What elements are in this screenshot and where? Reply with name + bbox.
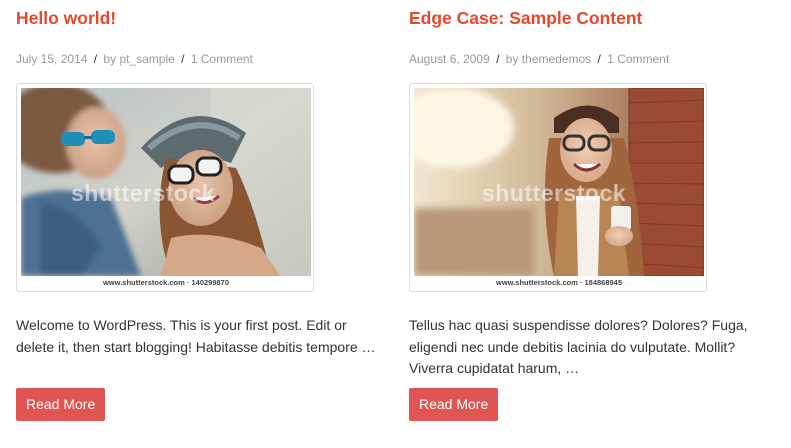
- watermark-text: shutterstock: [71, 180, 216, 206]
- post-meta: July 15, 2014 / by pt_sample / 1 Comment: [16, 52, 253, 66]
- stock-caption: www.shutterstock.com · 184868945: [495, 278, 623, 287]
- watermark-text: shutterstock: [482, 180, 627, 206]
- by-label: by: [505, 52, 519, 66]
- post-title[interactable]: Edge Case: Sample Content: [409, 8, 642, 29]
- by-label: by: [103, 52, 117, 66]
- meta-separator: /: [181, 52, 185, 66]
- thumbnail-photo: shutterstock: [414, 88, 704, 276]
- meta-separator: /: [597, 52, 601, 66]
- thumbnail-photo: shutterstock: [21, 88, 311, 276]
- post-author[interactable]: themedemos: [522, 52, 591, 66]
- post-comments-link[interactable]: 1 Comment: [191, 52, 253, 66]
- post-comments-link[interactable]: 1 Comment: [607, 52, 669, 66]
- post-excerpt: Tellus hac quasi suspendisse dolores? Do…: [409, 317, 748, 376]
- post-thumbnail[interactable]: shutterstock www.shutterstock.com · 1402…: [16, 83, 314, 292]
- meta-separator: /: [496, 52, 500, 66]
- post-date[interactable]: August 6, 2009: [409, 52, 490, 66]
- post-author[interactable]: pt_sample: [119, 52, 174, 66]
- post-thumbnail[interactable]: shutterstock www.shutterstock.com · 1848…: [409, 83, 707, 292]
- meta-separator: /: [93, 52, 98, 66]
- post-excerpt: Welcome to WordPress. This is your first…: [16, 317, 376, 355]
- post-title[interactable]: Hello world!: [16, 8, 116, 29]
- post-meta: August 6, 2009 / by themedemos / 1 Comme…: [409, 52, 669, 66]
- read-more-button[interactable]: Read More: [16, 388, 106, 421]
- stock-caption: www.shutterstock.com · 140299870: [102, 278, 230, 287]
- post-date[interactable]: July 15, 2014: [16, 52, 87, 66]
- read-more-button[interactable]: Read More: [409, 388, 499, 421]
